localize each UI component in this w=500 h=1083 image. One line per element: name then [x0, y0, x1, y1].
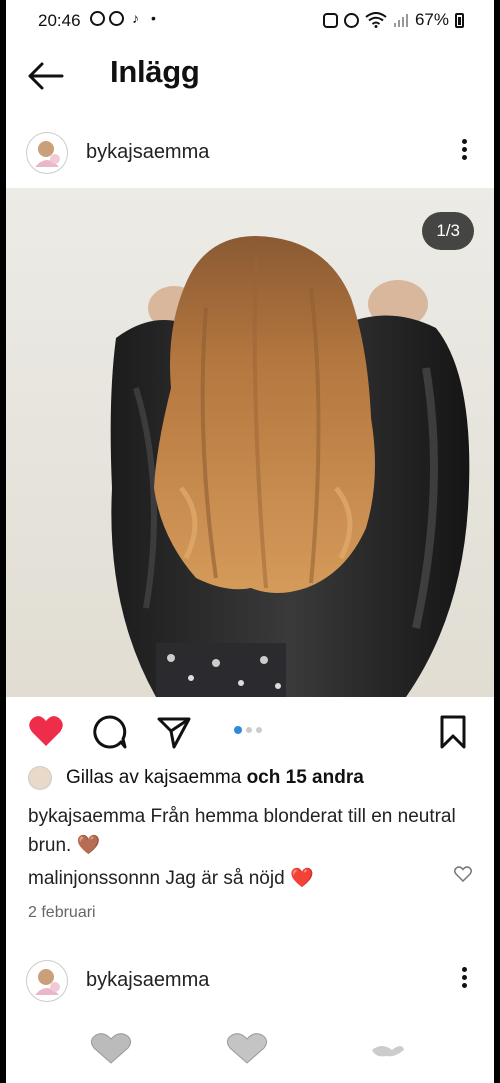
app-screen: 20:46 ♪ • 67% Inlägg bykajsaemma 1/3 Gil… — [6, 0, 494, 1083]
comment-text: Jag är så nöjd — [165, 868, 285, 889]
share-icon[interactable] — [156, 714, 192, 750]
instagram-notification-icon — [90, 10, 105, 26]
likes-conjunction: och — [246, 767, 281, 788]
alarm-icon — [322, 12, 338, 28]
next-post-header: bykajsaemma — [6, 952, 494, 1012]
brown-heart-emoji: 🤎 — [76, 835, 101, 856]
post-actions — [6, 708, 494, 758]
liker-avatar — [28, 766, 52, 790]
clock-icon — [343, 12, 359, 28]
status-time: 20:46 — [38, 11, 81, 30]
signal-icon — [393, 14, 408, 27]
likes-user[interactable]: kajsaemma — [144, 767, 241, 789]
comment-username[interactable]: malinjonssonnn — [28, 868, 160, 889]
more-options-icon[interactable] — [452, 964, 476, 994]
avatar[interactable] — [26, 132, 68, 174]
more-notifications-dot: • — [151, 10, 156, 26]
red-heart-emoji: ❤️ — [289, 868, 314, 889]
post-image[interactable]: 1/3 — [6, 188, 494, 697]
likes-prefix: Gillas av — [66, 767, 139, 788]
notification-icons: ♪ • — [90, 10, 156, 26]
avatar-illustration — [35, 969, 60, 995]
battery-icon — [455, 12, 464, 28]
caption-username[interactable]: bykajsaemma — [28, 806, 145, 827]
post-username[interactable]: bykajsaemma — [86, 141, 209, 164]
heart-icon[interactable] — [28, 714, 64, 748]
carousel-dot — [256, 727, 262, 733]
page-title: Inlägg — [110, 54, 200, 89]
carousel-dot-active — [234, 726, 242, 734]
status-bar: 20:46 ♪ • 67% — [6, 0, 494, 40]
back-arrow-icon[interactable] — [26, 58, 66, 94]
post-header: bykajsaemma — [6, 124, 494, 184]
system-icons: 67% — [322, 10, 464, 30]
battery-percent: 67% — [414, 10, 449, 29]
avatar[interactable] — [26, 960, 68, 1002]
avatar-illustration — [35, 141, 60, 167]
more-options-icon[interactable] — [452, 136, 476, 166]
next-post-image[interactable] — [6, 1028, 494, 1068]
comment: malinjonssonnn Jag är så nöjd ❤️ — [28, 866, 448, 890]
post-date: 2 februari — [28, 904, 96, 921]
bookmark-icon[interactable] — [439, 714, 467, 750]
snapchat-notification-icon — [109, 10, 124, 26]
comment-heart-icon[interactable] — [454, 866, 472, 882]
likes-summary[interactable]: Gillas av kajsaemma och 15 andra — [28, 766, 364, 790]
carousel-indicator — [234, 726, 262, 734]
post-caption: bykajsaemma Från hemma blonderat till en… — [28, 802, 468, 860]
comment-icon[interactable] — [92, 714, 128, 750]
carousel-counter: 1/3 — [422, 212, 474, 250]
hair-photo — [6, 188, 494, 697]
sketch-hearts-image — [90, 1033, 404, 1064]
wifi-icon — [365, 12, 387, 28]
top-bar: Inlägg — [6, 50, 494, 100]
tiktok-notification-icon: ♪ — [132, 9, 139, 26]
carousel-dot — [246, 727, 252, 733]
likes-others[interactable]: 15 andra — [286, 767, 364, 789]
next-post-username[interactable]: bykajsaemma — [86, 969, 209, 992]
